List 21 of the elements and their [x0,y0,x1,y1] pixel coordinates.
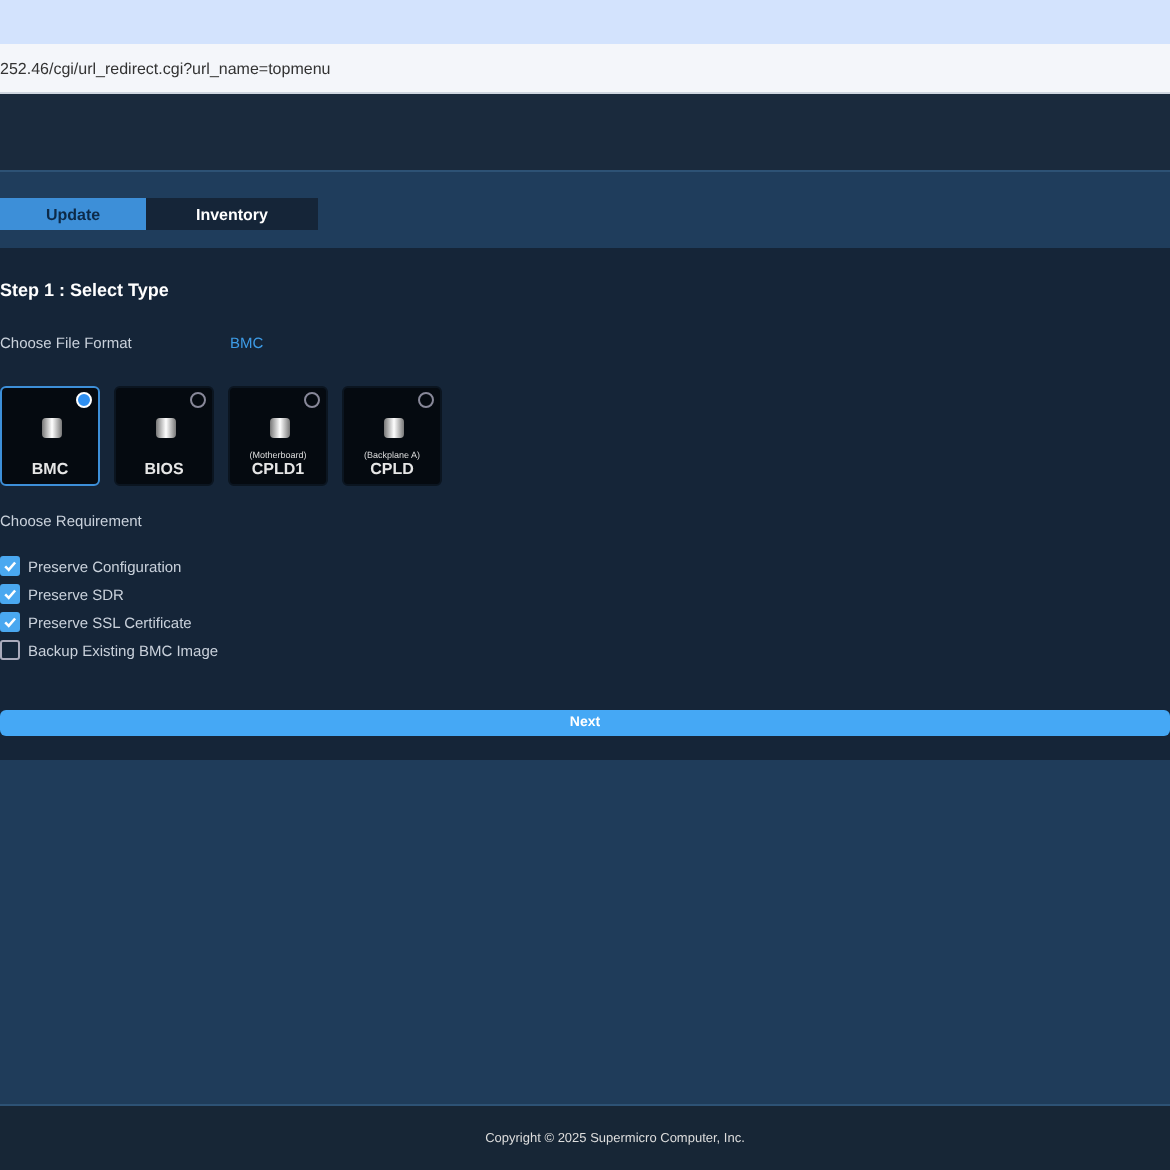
radio-button[interactable] [190,392,206,408]
card-label: CPLD1 [251,460,305,478]
chip-icon [268,416,292,440]
checkbox[interactable] [0,640,20,660]
checkbox[interactable] [0,584,20,604]
card-label: CPLD [370,460,414,478]
card-label: BIOS [144,460,184,478]
radio-button[interactable] [418,392,434,408]
step-title: Step 1 : Select Type [0,280,171,300]
type-card[interactable]: BIOS [114,386,214,486]
chip-icon [382,416,406,440]
card-label: BMC [31,460,69,478]
address-bar[interactable]: 252.46/cgi/url_redirect.cgi?url_name=topmenu [0,44,1170,94]
checkbox[interactable] [0,612,20,632]
type-card[interactable]: BMC [0,386,100,486]
tab[interactable]: Update [0,198,146,230]
tab[interactable]: Inventory [146,198,318,230]
chip-icon [154,416,178,440]
radio-button[interactable] [304,392,320,408]
checkbox[interactable] [0,556,20,576]
chip-icon [40,416,64,440]
